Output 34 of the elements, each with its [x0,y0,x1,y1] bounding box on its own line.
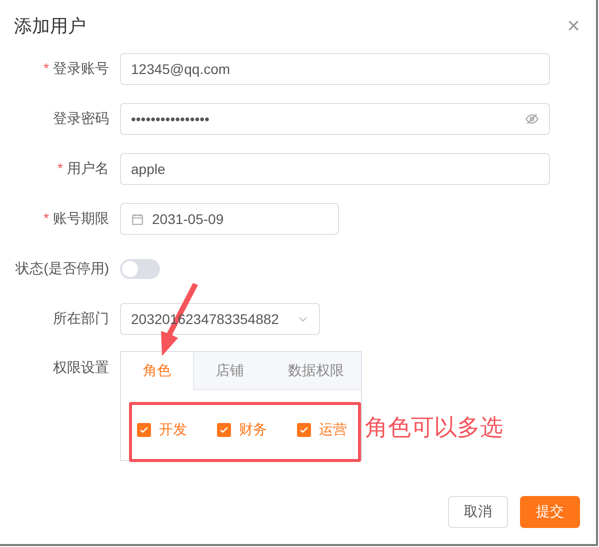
checkbox-icon[interactable] [217,423,231,437]
field-label: 所在部门 [53,310,109,326]
required-mark: * [44,60,49,76]
date-field[interactable]: 2031-05-09 [120,203,339,235]
checkbox-icon[interactable] [297,423,311,437]
required-mark: * [44,210,49,226]
field-label: 账号期限 [53,210,109,226]
eye-off-icon[interactable] [525,112,539,126]
submit-button[interactable]: 提交 [520,496,580,528]
text-field[interactable]: 12345@qq.com [120,53,550,85]
field-label: 用户名 [67,160,109,176]
field-label: 状态(是否停用) [16,260,109,276]
cancel-button[interactable]: 取消 [448,496,508,528]
annotation-text: 角色可以多选 [365,413,503,442]
role-checkbox[interactable]: 财务 [217,421,267,439]
checkbox-icon[interactable] [137,423,151,437]
toggle-switch[interactable] [120,259,160,279]
field-label: 登录账号 [53,60,109,76]
dialog-title: 添加用户 [14,15,86,38]
tab[interactable]: 数据权限 [266,352,366,389]
checkbox-label: 开发 [159,421,187,439]
checkbox-label: 运营 [319,421,347,439]
field-label: 登录密码 [53,110,109,126]
close-button[interactable]: × [567,15,580,37]
required-mark: * [58,160,63,176]
text-field[interactable]: apple [120,153,550,185]
field-label: 权限设置 [52,358,109,377]
checkbox-label: 财务 [239,421,267,439]
role-checkbox[interactable]: 运营 [297,421,347,439]
role-checkbox[interactable]: 开发 [137,421,187,439]
calendar-icon [131,212,144,226]
tab[interactable]: 店铺 [194,352,266,389]
tab[interactable]: 角色 [121,352,194,390]
password-field[interactable]: •••••••••••••••• [120,103,550,135]
